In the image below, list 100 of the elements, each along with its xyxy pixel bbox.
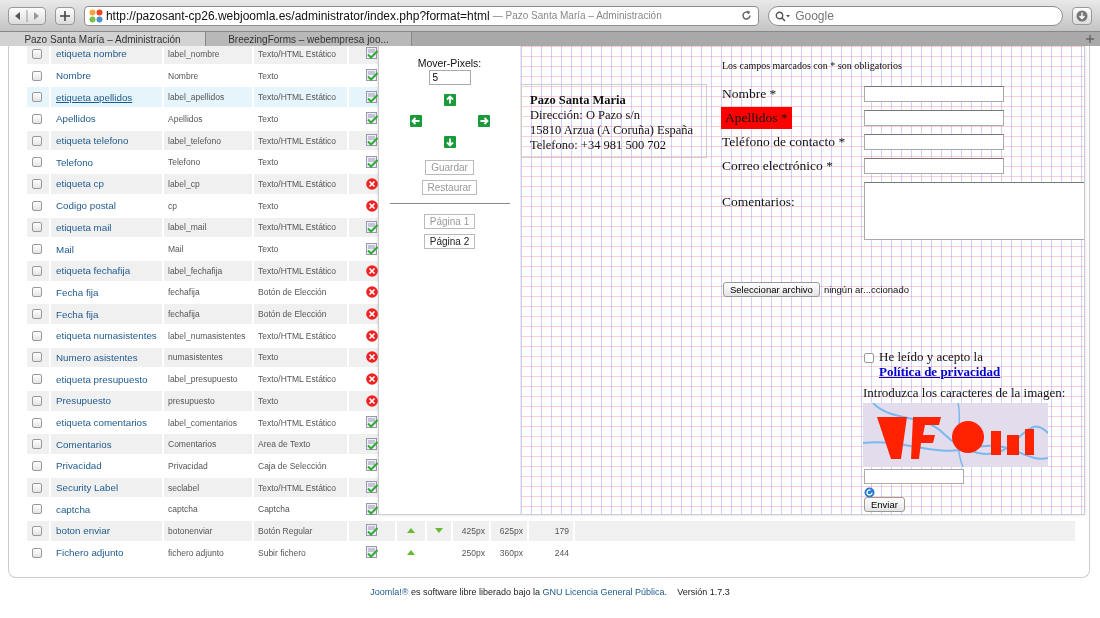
element-title-link[interactable]: etiqueta telefono [51,130,162,151]
downloads-button[interactable] [1072,6,1092,25]
new-tab-icon[interactable] [1086,35,1094,43]
element-title-link[interactable]: etiqueta apellidos [51,87,162,108]
table-cell: Texto/HTML Estático [254,174,347,194]
element-title-link[interactable]: etiqueta mail [51,217,162,238]
row-checkbox[interactable] [32,374,42,385]
row-checkbox[interactable] [32,460,42,471]
captcha-field[interactable] [864,469,964,484]
published-check-icon[interactable] [366,155,378,169]
back-forward-buttons[interactable] [8,6,46,25]
comments-field[interactable] [864,182,1084,240]
row-checkbox[interactable] [32,309,42,320]
move-up-icon[interactable] [407,528,415,534]
published-check-icon[interactable] [366,220,378,234]
text-field[interactable] [864,86,1004,102]
element-title-link[interactable]: Fecha fija [51,304,162,324]
row-checkbox[interactable] [32,439,42,450]
row-checkbox[interactable] [32,70,42,81]
published-check-icon[interactable] [366,524,378,538]
published-check-icon[interactable] [366,47,378,61]
refresh-icon[interactable] [864,487,875,498]
plus-icon[interactable] [59,10,70,21]
text-field[interactable] [864,134,1004,150]
add-bookmark-button[interactable] [55,6,75,25]
published-check-icon[interactable] [366,546,378,560]
published-check-icon[interactable] [366,90,378,104]
unpublished-x-icon[interactable] [366,199,378,212]
row-checkbox[interactable] [32,417,42,428]
element-title-link[interactable]: etiqueta cp [51,174,162,194]
row-checkbox[interactable] [32,547,42,558]
text-field[interactable] [864,158,1004,174]
table-cell: label_mail [164,217,252,238]
row-checkbox[interactable] [32,504,42,515]
table-cell: Botón Regular [254,521,347,541]
published-check-icon[interactable] [366,459,378,473]
choose-file-button[interactable]: Seleccionar archivo [723,282,820,297]
element-title-link[interactable]: etiqueta nombre [51,46,162,64]
footer-text: Joomla!® es software libre liberado bajo la GNU Licencia General Pública. [370,586,668,597]
row-checkbox[interactable] [32,287,42,298]
move-up-icon[interactable] [407,550,415,556]
move-down-icon[interactable] [435,528,443,534]
row-checkbox[interactable] [32,244,42,255]
row-checkbox[interactable] [32,395,42,406]
row-checkbox[interactable] [32,525,42,536]
reload-icon[interactable] [741,10,753,21]
row-checkbox[interactable] [32,352,42,363]
text-field[interactable] [864,110,1004,126]
row-checkbox[interactable] [32,330,42,341]
row-checkbox[interactable] [32,48,42,59]
privacy-link[interactable]: Política de privacidad [879,364,1001,379]
unpublished-x-icon[interactable] [366,286,378,299]
published-check-icon[interactable] [366,242,378,256]
row-checkbox[interactable] [32,482,42,493]
table-cell: Area de Texto [254,434,347,455]
published-check-icon[interactable] [366,134,378,148]
published-check-icon[interactable] [366,112,378,126]
unpublished-x-icon[interactable] [366,394,378,407]
published-check-icon[interactable] [366,437,378,451]
published-check-icon[interactable] [366,416,378,430]
arrow-up-button[interactable] [443,94,456,106]
arrow-left-button[interactable] [409,115,422,127]
element-title-link[interactable]: boton enviar [51,521,162,541]
footer-link[interactable]: Joomla!® [370,586,409,597]
element-title-link[interactable]: Security Label [51,477,162,498]
unpublished-x-icon[interactable] [366,308,378,321]
browser-tab[interactable]: BreezingForms – webempresa joo... [206,32,412,46]
element-title-link[interactable]: etiqueta fechafija [51,260,162,281]
arrow-down-button[interactable] [443,136,456,148]
row-checkbox[interactable] [32,178,42,189]
published-check-icon[interactable] [366,502,378,516]
browser-tab[interactable]: Pazo Santa María – Administración [0,32,206,46]
unpublished-x-icon[interactable] [366,177,378,190]
search-field[interactable]: Google [768,5,1064,26]
unpublished-x-icon[interactable] [366,351,378,364]
row-checkbox[interactable] [32,157,42,168]
row-checkbox[interactable] [32,135,42,146]
published-check-icon[interactable] [366,69,378,83]
unpublished-x-icon[interactable] [366,373,378,386]
arrow-right-button[interactable] [477,115,490,127]
row-checkbox[interactable] [32,92,42,103]
row-checkbox[interactable] [32,200,42,211]
element-title-link[interactable]: Presupuesto [51,391,162,411]
address-bar[interactable]: http://pazosant-cp26.webjoomla.es/administrator/index.php?format=html — Pazo Santa María – Administración [83,5,760,26]
submit-button[interactable]: Enviar [864,497,905,512]
row-checkbox[interactable] [32,265,42,276]
download-icon[interactable] [1076,9,1089,22]
page-button[interactable]: Página 2 [423,234,476,249]
unpublished-x-icon[interactable] [366,264,378,277]
field-label: Comentarios: [722,193,795,211]
element-title-link[interactable]: Comentarios [51,434,162,455]
row-checkbox[interactable] [32,113,42,124]
mover-pixels-field[interactable]: 5 [428,70,471,85]
unpublished-x-icon[interactable] [366,329,378,342]
privacy-checkbox[interactable] [864,353,874,363]
footer-link[interactable]: GNU Licencia General Pública [542,586,665,597]
element-title-link[interactable]: Numero asistentes [51,347,162,368]
row-checkbox[interactable] [32,222,42,233]
search-icon[interactable] [775,10,792,22]
published-check-icon[interactable] [366,481,378,495]
